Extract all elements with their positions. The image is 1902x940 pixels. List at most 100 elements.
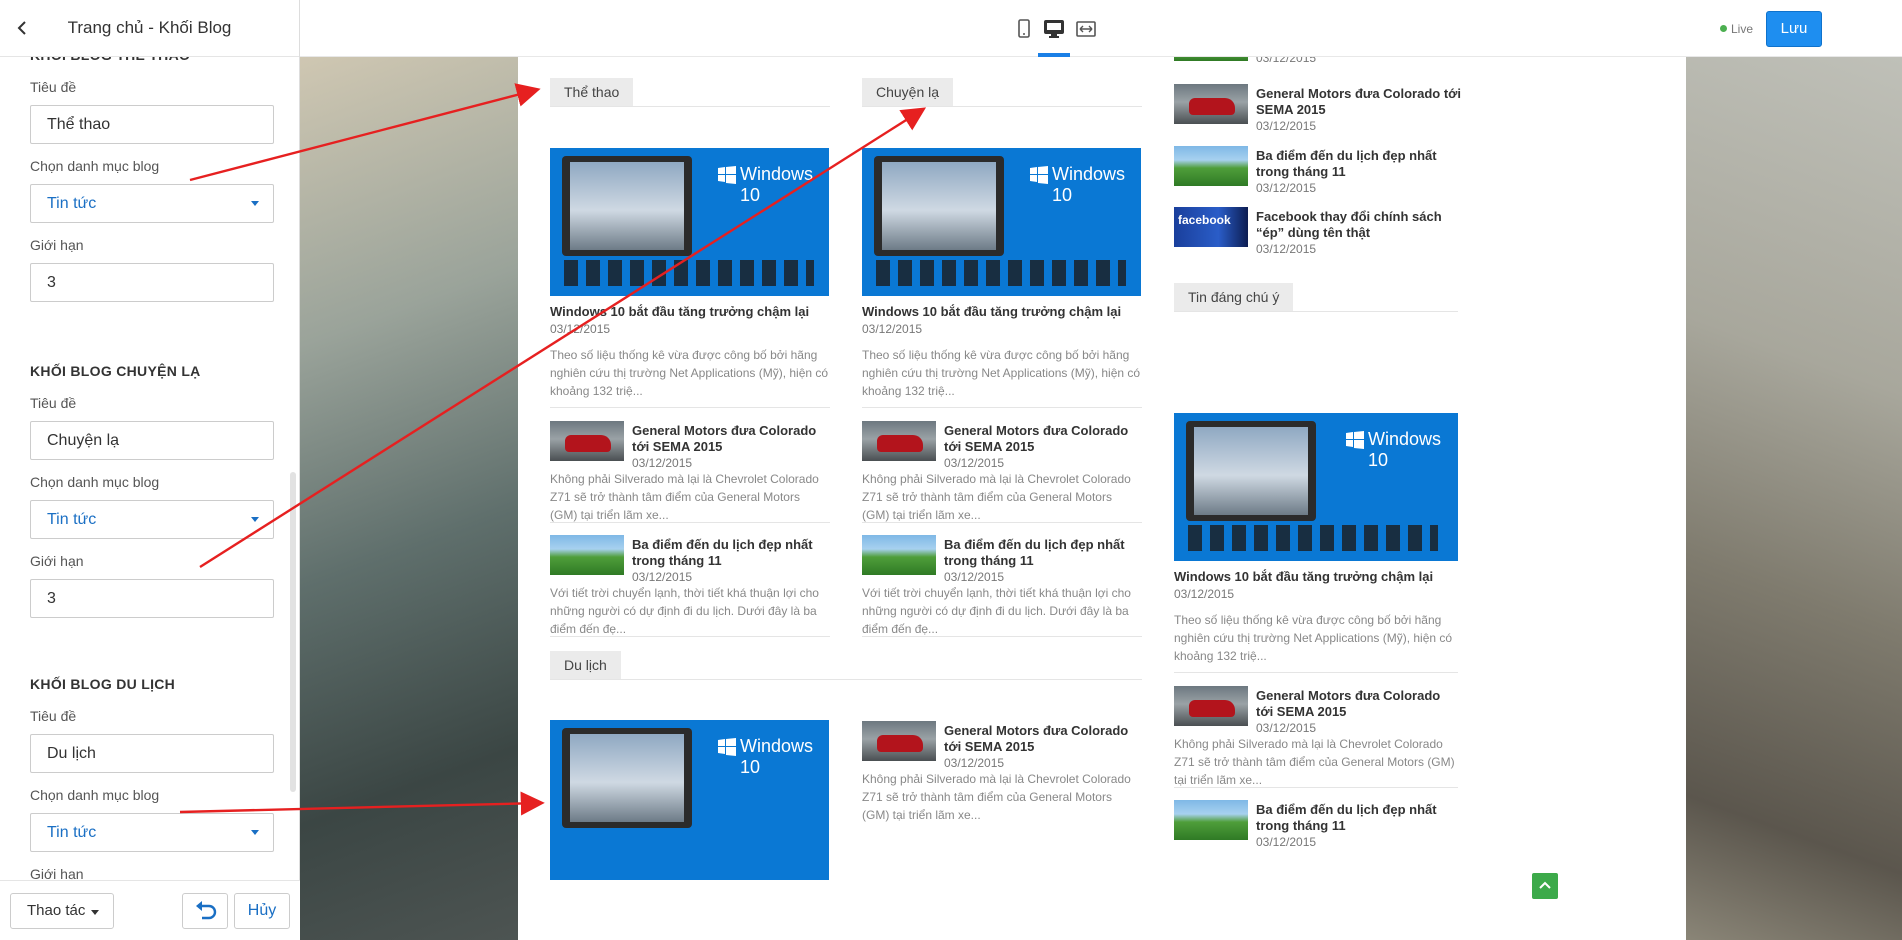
thumb-gm-car[interactable] bbox=[862, 421, 936, 461]
limit-input[interactable]: 3 bbox=[30, 579, 274, 618]
tag-strange[interactable]: Chuyện lạ bbox=[862, 78, 954, 106]
editor-topbar: Live Lưu bbox=[300, 0, 1902, 57]
limit-label: Giới hạn bbox=[30, 237, 84, 253]
post-title[interactable]: Windows 10 bắt đầu tăng trưởng chậm lại bbox=[1174, 569, 1458, 585]
post-date: 03/12/2015 bbox=[944, 570, 1005, 584]
actions-label: Thao tác bbox=[27, 902, 86, 919]
post-excerpt: Không phải Silverado mà lại là Chevrolet… bbox=[862, 472, 1131, 522]
post-title[interactable]: Facebook thay đổi chính sách “ép” dùng t… bbox=[1256, 209, 1466, 241]
thumb-landscape[interactable] bbox=[1174, 57, 1248, 61]
divider bbox=[862, 407, 1142, 408]
back-arrow-icon[interactable] bbox=[12, 18, 32, 38]
post-title[interactable]: Ba điểm đến du lịch đẹp nhất trong tháng… bbox=[1256, 802, 1458, 834]
thumb-windows10[interactable]: Windows 10 bbox=[862, 148, 1141, 296]
tag-underline bbox=[550, 106, 830, 107]
post-title[interactable]: General Motors đưa Colorado tới SEMA 201… bbox=[944, 423, 1142, 455]
post-date: 03/12/2015 bbox=[944, 456, 1005, 470]
post-date: 03/12/2015 bbox=[1256, 57, 1317, 65]
category-select-value: Tin tức bbox=[47, 824, 97, 841]
category-select[interactable]: Tin tức bbox=[30, 184, 274, 223]
divider bbox=[1174, 787, 1458, 788]
divider bbox=[550, 636, 830, 637]
post-excerpt: Theo số liệu thống kê vừa được công bố b… bbox=[1174, 613, 1453, 663]
sidebar-scroll-area[interactable]: KHỐI BLOG THỂ THAO Tiêu đề Thể thao Chọn… bbox=[0, 57, 300, 880]
post-title[interactable]: General Motors đưa Colorado tới SEMA 201… bbox=[944, 723, 1142, 755]
blog-block-sport: KHỐI BLOG THỂ THAO Tiêu đề Thể thao Chọn… bbox=[14, 57, 278, 302]
windows10-logo-text: Windows 10 bbox=[1052, 164, 1126, 205]
post-date: 03/12/2015 bbox=[632, 456, 693, 470]
thumb-gm-car[interactable] bbox=[1174, 84, 1248, 124]
title-label: Tiêu đề bbox=[30, 79, 77, 95]
thumb-landscape[interactable] bbox=[1174, 146, 1248, 186]
block-title: KHỐI BLOG THỂ THAO bbox=[30, 57, 278, 65]
caret-down-icon bbox=[251, 517, 259, 522]
sidebar-scrollbar[interactable] bbox=[290, 472, 296, 792]
chevron-up-icon bbox=[1539, 881, 1551, 889]
category-select[interactable]: Tin tức bbox=[30, 813, 274, 852]
undo-button[interactable] bbox=[182, 893, 228, 929]
post-title[interactable]: Windows 10 bắt đầu tăng trưởng chậm lại bbox=[550, 304, 830, 320]
post-excerpt: Theo số liệu thống kê vừa được công bố b… bbox=[550, 348, 829, 398]
post-date: 03/12/2015 bbox=[1256, 242, 1317, 256]
cancel-button[interactable]: Hủy bbox=[234, 893, 290, 929]
post-date: 03/12/2015 bbox=[1256, 721, 1317, 735]
blog-block-travel: KHỐI BLOG DU LỊCH Tiêu đề Du lịch Chọn d… bbox=[14, 676, 278, 880]
thumb-landscape[interactable] bbox=[1174, 800, 1248, 840]
post-excerpt: Không phải Silverado mà lại là Chevrolet… bbox=[1174, 737, 1455, 787]
title-input[interactable]: Du lịch bbox=[30, 734, 274, 773]
desktop-view-icon[interactable] bbox=[1043, 18, 1065, 40]
post-title[interactable]: Windows 10 bắt đầu tăng trưởng chậm lại bbox=[862, 304, 1142, 320]
category-select[interactable]: Tin tức bbox=[30, 500, 274, 539]
tag-underline bbox=[862, 106, 1142, 107]
thumb-gm-car[interactable] bbox=[862, 721, 936, 761]
mobile-view-icon[interactable] bbox=[1013, 18, 1035, 40]
thumb-windows10[interactable]: Windows 10 bbox=[550, 720, 829, 880]
divider bbox=[862, 522, 1142, 523]
title-input[interactable]: Thể thao bbox=[30, 105, 274, 144]
post-date: 03/12/2015 bbox=[1174, 587, 1235, 601]
live-status-label: Live bbox=[1731, 22, 1754, 36]
back-to-top-button[interactable] bbox=[1532, 873, 1558, 899]
facebook-logo-text: facebook bbox=[1178, 213, 1231, 227]
tag-underline bbox=[550, 679, 1142, 680]
post-excerpt: Với tiết trời chuyển lạnh, thời tiết khá… bbox=[550, 586, 819, 636]
undo-icon bbox=[196, 901, 217, 920]
tag-featured[interactable]: Tin đáng chú ý bbox=[1174, 283, 1294, 311]
thumb-landscape[interactable] bbox=[862, 535, 936, 575]
tag-travel[interactable]: Du lịch bbox=[550, 651, 621, 679]
background-city-right bbox=[1686, 57, 1902, 940]
thumb-facebook[interactable]: facebook bbox=[1174, 207, 1248, 247]
divider bbox=[1174, 672, 1458, 673]
divider bbox=[862, 636, 1142, 637]
thumb-landscape[interactable] bbox=[550, 535, 624, 575]
category-select-value: Tin tức bbox=[47, 511, 97, 528]
fullwidth-view-icon[interactable] bbox=[1075, 18, 1097, 40]
save-button[interactable]: Lưu bbox=[1766, 11, 1822, 47]
title-input[interactable]: Chuyện lạ bbox=[30, 421, 274, 460]
live-status-dot bbox=[1720, 25, 1727, 32]
limit-input[interactable]: 3 bbox=[30, 263, 274, 302]
block-title: KHỐI BLOG DU LỊCH bbox=[30, 676, 176, 692]
post-date: 03/12/2015 bbox=[1256, 181, 1317, 195]
post-title[interactable]: Ba điểm đến du lịch đẹp nhất trong tháng… bbox=[944, 537, 1142, 569]
post-title[interactable]: General Motors đưa Colorado tới SEMA 201… bbox=[1256, 86, 1466, 118]
background-city-left bbox=[300, 57, 518, 940]
block-title: KHỐI BLOG CHUYỆN LẠ bbox=[30, 363, 201, 379]
thumb-gm-car[interactable] bbox=[550, 421, 624, 461]
site-preview[interactable]: Thể thao Windows 10 Windows 10 bắt đầu t… bbox=[300, 57, 1902, 940]
windows10-logo-text: Windows 10 bbox=[740, 736, 814, 777]
thumb-windows10[interactable]: Windows 10 bbox=[550, 148, 829, 296]
post-title[interactable]: Ba điểm đến du lịch đẹp nhất trong tháng… bbox=[1256, 148, 1466, 180]
tag-sport[interactable]: Thể thao bbox=[550, 78, 634, 106]
content-area: Thể thao Windows 10 Windows 10 bắt đầu t… bbox=[518, 57, 1686, 940]
thumb-windows10[interactable]: Windows 10 bbox=[1174, 413, 1458, 561]
post-excerpt: Với tiết trời chuyển lạnh, thời tiết khá… bbox=[862, 586, 1131, 636]
limit-label: Giới hạn bbox=[30, 866, 84, 880]
post-title[interactable]: General Motors đưa Colorado tới SEMA 201… bbox=[1256, 688, 1458, 720]
post-title[interactable]: General Motors đưa Colorado tới SEMA 201… bbox=[632, 423, 830, 455]
thumb-gm-car[interactable] bbox=[1174, 686, 1248, 726]
actions-dropdown-button[interactable]: Thao tác bbox=[10, 893, 114, 929]
category-label: Chọn danh mục blog bbox=[30, 474, 160, 490]
category-select-value: Tin tức bbox=[47, 195, 97, 212]
post-title[interactable]: Ba điểm đến du lịch đẹp nhất trong tháng… bbox=[632, 537, 830, 569]
